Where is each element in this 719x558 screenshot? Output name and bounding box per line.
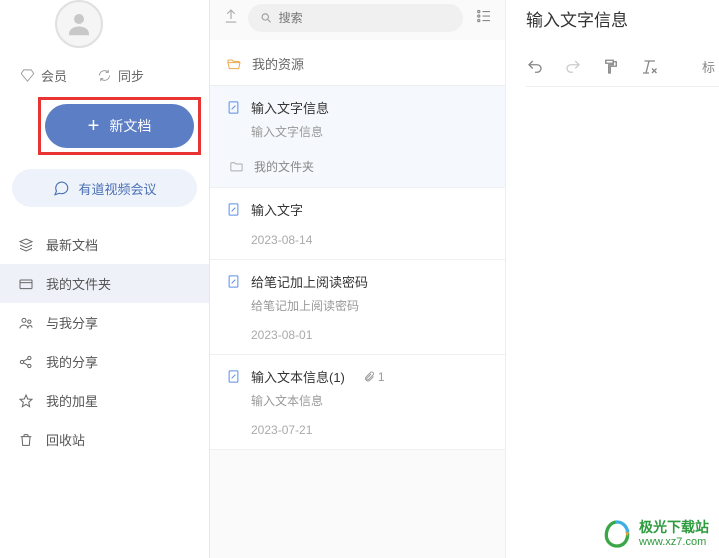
watermark-text-url: www.xz7.com — [639, 536, 709, 549]
search-input[interactable] — [279, 11, 451, 25]
editor-toolbar: 标 — [526, 57, 719, 87]
document-item[interactable]: 输入文本信息(1) 1 输入文本信息 2023-07-21 — [210, 355, 505, 450]
nav-label: 最新文档 — [46, 235, 98, 254]
trash-icon — [18, 432, 34, 448]
meeting-label: 有道视频会议 — [78, 179, 156, 198]
highlight-annotation: + 新文档 — [38, 97, 201, 155]
watermark-text-cn: 极光下载站 — [639, 519, 709, 536]
nav-my-shares[interactable]: 我的分享 — [0, 342, 209, 381]
folder-icon — [18, 276, 34, 292]
attachment-indicator: 1 — [363, 370, 385, 384]
nav-label: 我的加星 — [46, 391, 98, 410]
nav-starred[interactable]: 我的加星 — [0, 381, 209, 420]
folder-icon — [229, 159, 244, 174]
doc-title: 输入文字 — [251, 200, 303, 219]
doc-title: 输入文字信息 — [251, 98, 329, 117]
watermark: 极光下载站 www.xz7.com — [601, 518, 709, 550]
new-document-button[interactable]: + 新文档 — [45, 104, 194, 148]
sync-label: 同步 — [118, 66, 144, 85]
nav-trash[interactable]: 回收站 — [0, 420, 209, 459]
member-link[interactable]: 会员 — [20, 66, 67, 85]
paperclip-icon — [363, 371, 375, 383]
redo-icon[interactable] — [564, 58, 582, 76]
sync-link[interactable]: 同步 — [97, 66, 144, 85]
upload-button[interactable] — [222, 7, 240, 30]
nav-label: 我的文件夹 — [46, 274, 111, 293]
doc-title: 输入文本信息(1) — [251, 367, 345, 386]
note-icon — [226, 100, 241, 115]
subfolder-label: 我的文件夹 — [254, 158, 314, 175]
folder-open-icon — [226, 56, 242, 72]
editor-panel: 输入文字信息 标 — [506, 0, 719, 558]
doc-desc: 输入文字信息 — [251, 123, 489, 140]
tag-button[interactable]: 标 — [702, 57, 715, 76]
member-label: 会员 — [41, 66, 67, 85]
note-icon — [226, 274, 241, 289]
doc-desc: 给笔记加上阅读密码 — [251, 297, 489, 314]
nav-my-folders[interactable]: 我的文件夹 — [0, 264, 209, 303]
document-list: 输入文字信息 输入文字信息 我的文件夹 输入文字 2023-08-14 给 — [210, 86, 505, 558]
plus-icon: + — [88, 115, 100, 138]
upload-icon — [222, 7, 240, 25]
nav-label: 回收站 — [46, 430, 85, 449]
document-title[interactable]: 输入文字信息 — [526, 0, 719, 57]
nav-label: 与我分享 — [46, 313, 98, 332]
attach-count: 1 — [378, 370, 385, 384]
doc-date: 2023-08-01 — [251, 328, 489, 342]
search-icon — [260, 11, 273, 25]
search-field-wrapper[interactable] — [248, 4, 463, 32]
document-item[interactable]: 输入文字 2023-08-14 — [210, 188, 505, 260]
note-icon — [226, 202, 241, 217]
star-icon — [18, 393, 34, 409]
view-toggle-button[interactable] — [475, 7, 493, 30]
list-view-icon — [475, 7, 493, 25]
crumb-label: 我的资源 — [252, 54, 304, 73]
sync-icon — [97, 68, 112, 83]
avatar[interactable] — [55, 0, 103, 48]
video-meeting-button[interactable]: 有道视频会议 — [12, 169, 197, 207]
nav-recent[interactable]: 最新文档 — [0, 225, 209, 264]
watermark-logo-icon — [601, 518, 633, 550]
note-icon — [226, 369, 241, 384]
doc-date: 2023-07-21 — [251, 423, 489, 437]
sidebar: 会员 同步 + 新文档 有道视频会议 最新文档 — [0, 0, 210, 558]
new-doc-label: 新文档 — [109, 116, 151, 136]
breadcrumb[interactable]: 我的资源 — [210, 40, 505, 86]
people-icon — [18, 315, 34, 331]
document-item[interactable]: 输入文字信息 输入文字信息 我的文件夹 — [210, 86, 505, 188]
format-paint-icon[interactable] — [602, 58, 620, 76]
chat-icon — [52, 179, 70, 197]
document-item[interactable]: 给笔记加上阅读密码 给笔记加上阅读密码 2023-08-01 — [210, 260, 505, 355]
nav-list: 最新文档 我的文件夹 与我分享 我的分享 我的加星 回收站 — [0, 225, 209, 459]
nav-label: 我的分享 — [46, 352, 98, 371]
document-list-panel: 我的资源 输入文字信息 输入文字信息 我的文件夹 输入文字 — [210, 0, 506, 558]
doc-date: 2023-08-14 — [251, 233, 489, 247]
doc-desc: 输入文本信息 — [251, 392, 489, 409]
doc-title: 给笔记加上阅读密码 — [251, 272, 368, 291]
layers-icon — [18, 237, 34, 253]
undo-icon[interactable] — [526, 58, 544, 76]
share-icon — [18, 354, 34, 370]
diamond-icon — [20, 68, 35, 83]
clear-format-icon[interactable] — [640, 58, 658, 76]
nav-shared-with-me[interactable]: 与我分享 — [0, 303, 209, 342]
